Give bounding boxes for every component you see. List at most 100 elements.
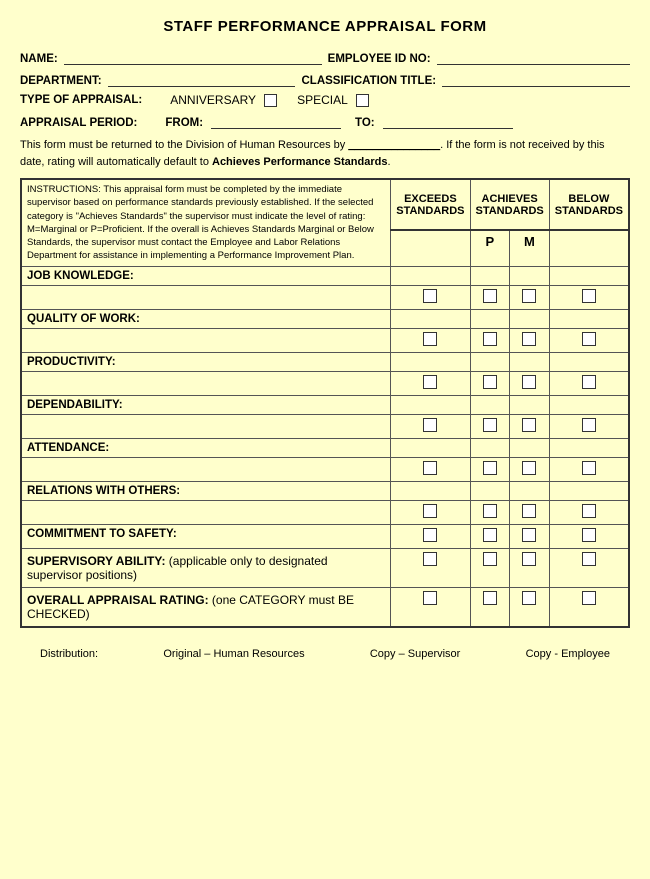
from-label: FROM: <box>165 117 203 129</box>
category-relations: RELATIONS WITH OTHERS: <box>21 481 391 500</box>
category-safety: COMMITMENT TO SAFETY: <box>21 524 391 548</box>
attendance-m-check[interactable] <box>510 457 550 481</box>
table-row: SUPERVISORY ABILITY: (applicable only to… <box>21 548 629 587</box>
table-row <box>21 457 629 481</box>
table-row: RELATIONS WITH OTHERS: <box>21 481 629 500</box>
safety-p-check[interactable] <box>470 524 510 548</box>
appraisal-table: INSTRUCTIONS: This appraisal form must b… <box>20 178 630 628</box>
special-label: SPECIAL <box>297 93 348 107</box>
table-row: OVERALL APPRAISAL RATING: (one CATEGORY … <box>21 587 629 627</box>
attendance-below-check[interactable] <box>549 457 629 481</box>
below-header: BELOWSTANDARDS <box>549 179 629 230</box>
category-productivity: PRODUCTIVITY: <box>21 352 391 371</box>
quality-blank <box>21 328 391 352</box>
exceeds-sub <box>391 230 470 266</box>
category-quality: QUALITY OF WORK: <box>21 309 391 328</box>
name-field[interactable] <box>64 49 322 65</box>
attendance-blank <box>21 457 391 481</box>
job-p-cell <box>470 266 510 285</box>
classification-label: CLASSIFICATION TITLE: <box>301 75 436 87</box>
quality-exceeds-check[interactable] <box>391 328 470 352</box>
table-row <box>21 500 629 524</box>
name-label: NAME: <box>20 53 58 65</box>
category-supervisory: SUPERVISORY ABILITY: (applicable only to… <box>21 548 391 587</box>
relations-below-check[interactable] <box>549 500 629 524</box>
table-row: DEPENDABILITY: <box>21 395 629 414</box>
productivity-m-check[interactable] <box>510 371 550 395</box>
dependability-exceeds-check[interactable] <box>391 414 470 438</box>
job-knowledge-blank <box>21 285 391 309</box>
supervisory-p-check[interactable] <box>470 548 510 587</box>
attendance-p-check[interactable] <box>470 457 510 481</box>
classification-field[interactable] <box>442 71 630 87</box>
table-row <box>21 371 629 395</box>
relations-blank <box>21 500 391 524</box>
quality-m-check[interactable] <box>510 328 550 352</box>
instructions-cell: INSTRUCTIONS: This appraisal form must b… <box>21 179 391 266</box>
page-title: STAFF PERFORMANCE APPRAISAL FORM <box>20 18 630 35</box>
overall-p-check[interactable] <box>470 587 510 627</box>
table-row: QUALITY OF WORK: <box>21 309 629 328</box>
relations-m-check[interactable] <box>510 500 550 524</box>
to-label: TO: <box>355 117 375 129</box>
distribution-copy3: Copy - Employee <box>526 648 610 660</box>
job-p-check[interactable] <box>470 285 510 309</box>
table-row: JOB KNOWLEDGE: <box>21 266 629 285</box>
job-exceeds-cell <box>391 266 470 285</box>
department-label: DEPARTMENT: <box>20 75 102 87</box>
safety-m-check[interactable] <box>510 524 550 548</box>
job-exceeds-check[interactable] <box>391 285 470 309</box>
safety-below-check[interactable] <box>549 524 629 548</box>
job-m-check[interactable] <box>510 285 550 309</box>
overall-exceeds-check[interactable] <box>391 587 470 627</box>
safety-exceeds-check[interactable] <box>391 524 470 548</box>
to-field[interactable] <box>383 113 513 129</box>
below-sub <box>549 230 629 266</box>
category-job-knowledge: JOB KNOWLEDGE: <box>21 266 391 285</box>
dependability-p-check[interactable] <box>470 414 510 438</box>
table-row <box>21 414 629 438</box>
achieves-header: ACHIEVESSTANDARDS <box>470 179 549 230</box>
table-row <box>21 285 629 309</box>
category-attendance: ATTENDANCE: <box>21 438 391 457</box>
relations-exceeds-check[interactable] <box>391 500 470 524</box>
distribution-row: Distribution: Original – Human Resources… <box>20 648 630 660</box>
productivity-below-check[interactable] <box>549 371 629 395</box>
supervisory-m-check[interactable] <box>510 548 550 587</box>
overall-below-check[interactable] <box>549 587 629 627</box>
dependability-below-check[interactable] <box>549 414 629 438</box>
p-sub: P <box>470 230 510 266</box>
period-label: APPRAISAL PERIOD: <box>20 117 137 129</box>
anniversary-checkbox[interactable] <box>264 94 277 107</box>
overall-m-check[interactable] <box>510 587 550 627</box>
employee-id-label: EMPLOYEE ID NO: <box>328 53 431 65</box>
supervisory-below-check[interactable] <box>549 548 629 587</box>
table-row: ATTENDANCE: <box>21 438 629 457</box>
anniversary-label: ANNIVERSARY <box>170 93 256 107</box>
job-below-check[interactable] <box>549 285 629 309</box>
supervisory-exceeds-check[interactable] <box>391 548 470 587</box>
quality-p-check[interactable] <box>470 328 510 352</box>
category-dependability: DEPENDABILITY: <box>21 395 391 414</box>
quality-below-check[interactable] <box>549 328 629 352</box>
productivity-exceeds-check[interactable] <box>391 371 470 395</box>
relations-p-check[interactable] <box>470 500 510 524</box>
productivity-p-check[interactable] <box>470 371 510 395</box>
exceeds-header: EXCEEDSSTANDARDS <box>391 179 470 230</box>
type-label: TYPE OF APPRAISAL: <box>20 94 142 106</box>
table-row <box>21 328 629 352</box>
distribution-copy1: Original – Human Resources <box>163 648 304 660</box>
job-m-cell <box>510 266 550 285</box>
distribution-label: Distribution: <box>40 648 98 660</box>
job-below-cell <box>549 266 629 285</box>
attendance-exceeds-check[interactable] <box>391 457 470 481</box>
dependability-m-check[interactable] <box>510 414 550 438</box>
category-overall: OVERALL APPRAISAL RATING: (one CATEGORY … <box>21 587 391 627</box>
special-checkbox[interactable] <box>356 94 369 107</box>
employee-id-field[interactable] <box>437 49 630 65</box>
notice-text: This form must be returned to the Divisi… <box>20 137 630 170</box>
dependability-blank <box>21 414 391 438</box>
from-field[interactable] <box>211 113 341 129</box>
department-field[interactable] <box>108 71 296 87</box>
distribution-copy2: Copy – Supervisor <box>370 648 461 660</box>
